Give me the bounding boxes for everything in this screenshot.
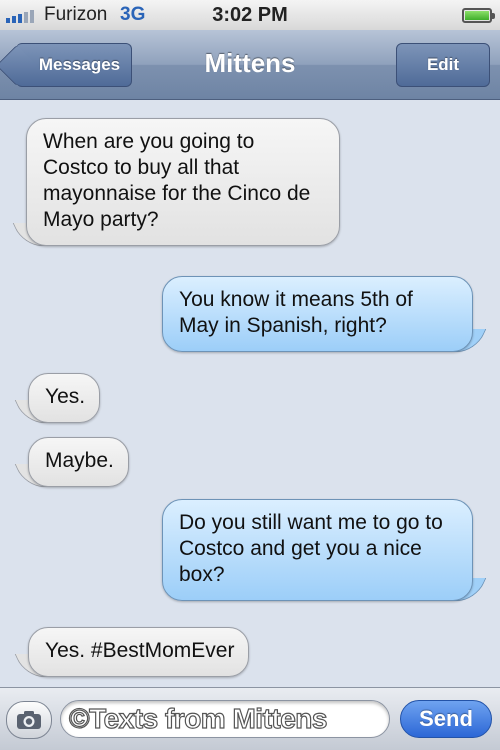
battery-icon [462, 8, 495, 23]
message-input[interactable]: ©Texts from Mittens [60, 700, 390, 738]
status-time: 3:02 PM [212, 4, 288, 26]
battery-level [465, 11, 489, 20]
message-bubble-incoming[interactable]: Maybe. [28, 437, 129, 487]
compose-bar: ©Texts from Mittens Send [0, 687, 500, 750]
message-bubble-incoming[interactable]: Yes. [28, 373, 101, 423]
status-bar: Furizon 3G 3:02 PM [0, 0, 500, 30]
navigation-bar: Messages Mittens Edit [0, 30, 500, 100]
camera-icon [17, 711, 41, 729]
message-thread[interactable]: When are you going to Costco to buy all … [0, 101, 500, 687]
message-bubble-incoming[interactable]: Yes. #BestMomEver [28, 627, 250, 677]
edit-button[interactable]: Edit [396, 43, 490, 87]
message-bubble-outgoing[interactable]: Do you still want me to go to Costco and… [162, 499, 473, 601]
send-button[interactable]: Send [400, 700, 492, 738]
back-button-label: Messages [38, 55, 121, 74]
camera-button[interactable] [6, 701, 52, 739]
message-bubble-outgoing[interactable]: You know it means 5th of May in Spanish,… [162, 276, 473, 352]
message-bubble-incoming[interactable]: When are you going to Costco to buy all … [26, 118, 340, 246]
